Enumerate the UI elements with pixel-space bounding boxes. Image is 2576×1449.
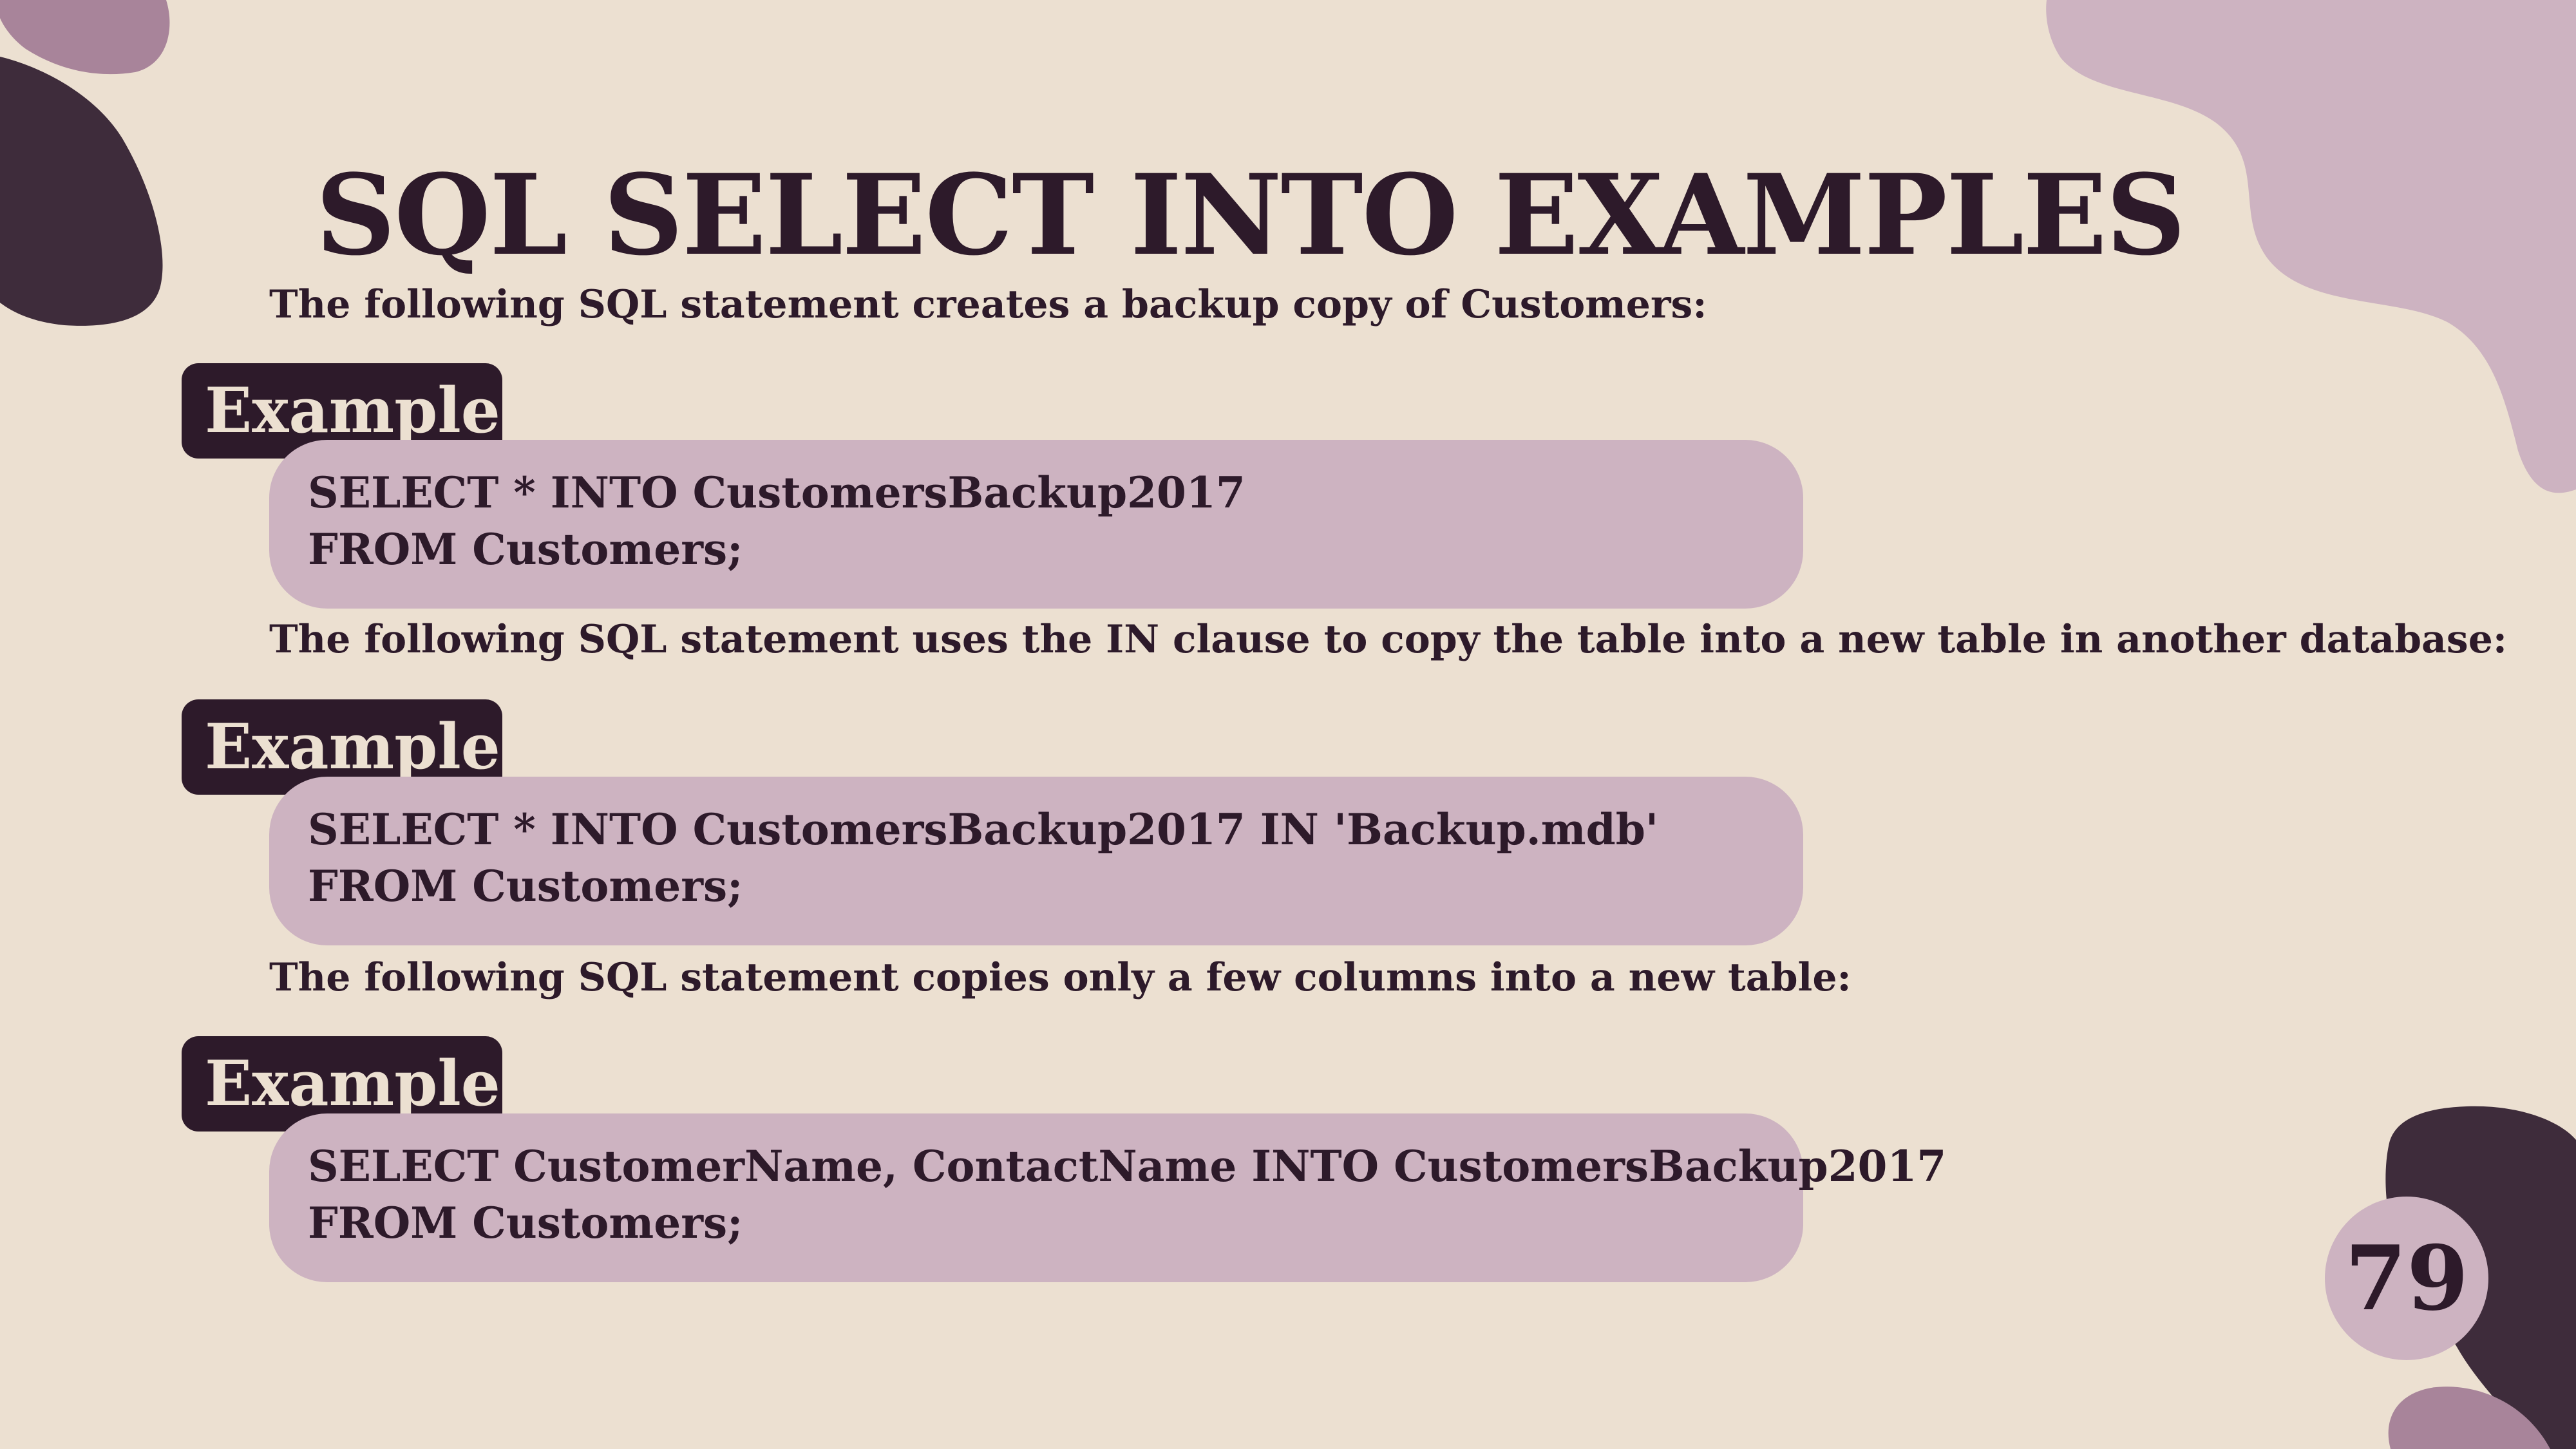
page-number-badge: 79: [2325, 1197, 2488, 1360]
section-1-code-block: SELECT * INTO CustomersBackup2017 FROM C…: [269, 440, 1803, 609]
code-line: FROM Customers;: [308, 524, 743, 574]
code-line: SELECT * INTO CustomersBackup2017 IN 'Ba…: [308, 804, 1659, 855]
section-3-description: The following SQL statement copies only …: [269, 955, 1852, 1000]
code-line: SELECT CustomerName, ContactName INTO Cu…: [308, 1141, 1947, 1191]
section-1-description: The following SQL statement creates a ba…: [269, 282, 1707, 327]
section-2-code-block: SELECT * INTO CustomersBackup2017 IN 'Ba…: [269, 777, 1803, 945]
slide-title: SQL SELECT INTO EXAMPLES: [316, 149, 2186, 280]
code-line: FROM Customers;: [308, 1198, 743, 1248]
top-left-mauve-blob: [0, 0, 170, 75]
top-left-dark-blob: [0, 57, 163, 326]
code-line: FROM Customers;: [308, 861, 743, 911]
section-3-code-block: SELECT CustomerName, ContactName INTO Cu…: [269, 1113, 1947, 1282]
code-line: SELECT * INTO CustomersBackup2017: [308, 468, 1245, 518]
section-2-description: The following SQL statement uses the IN …: [269, 617, 2508, 662]
